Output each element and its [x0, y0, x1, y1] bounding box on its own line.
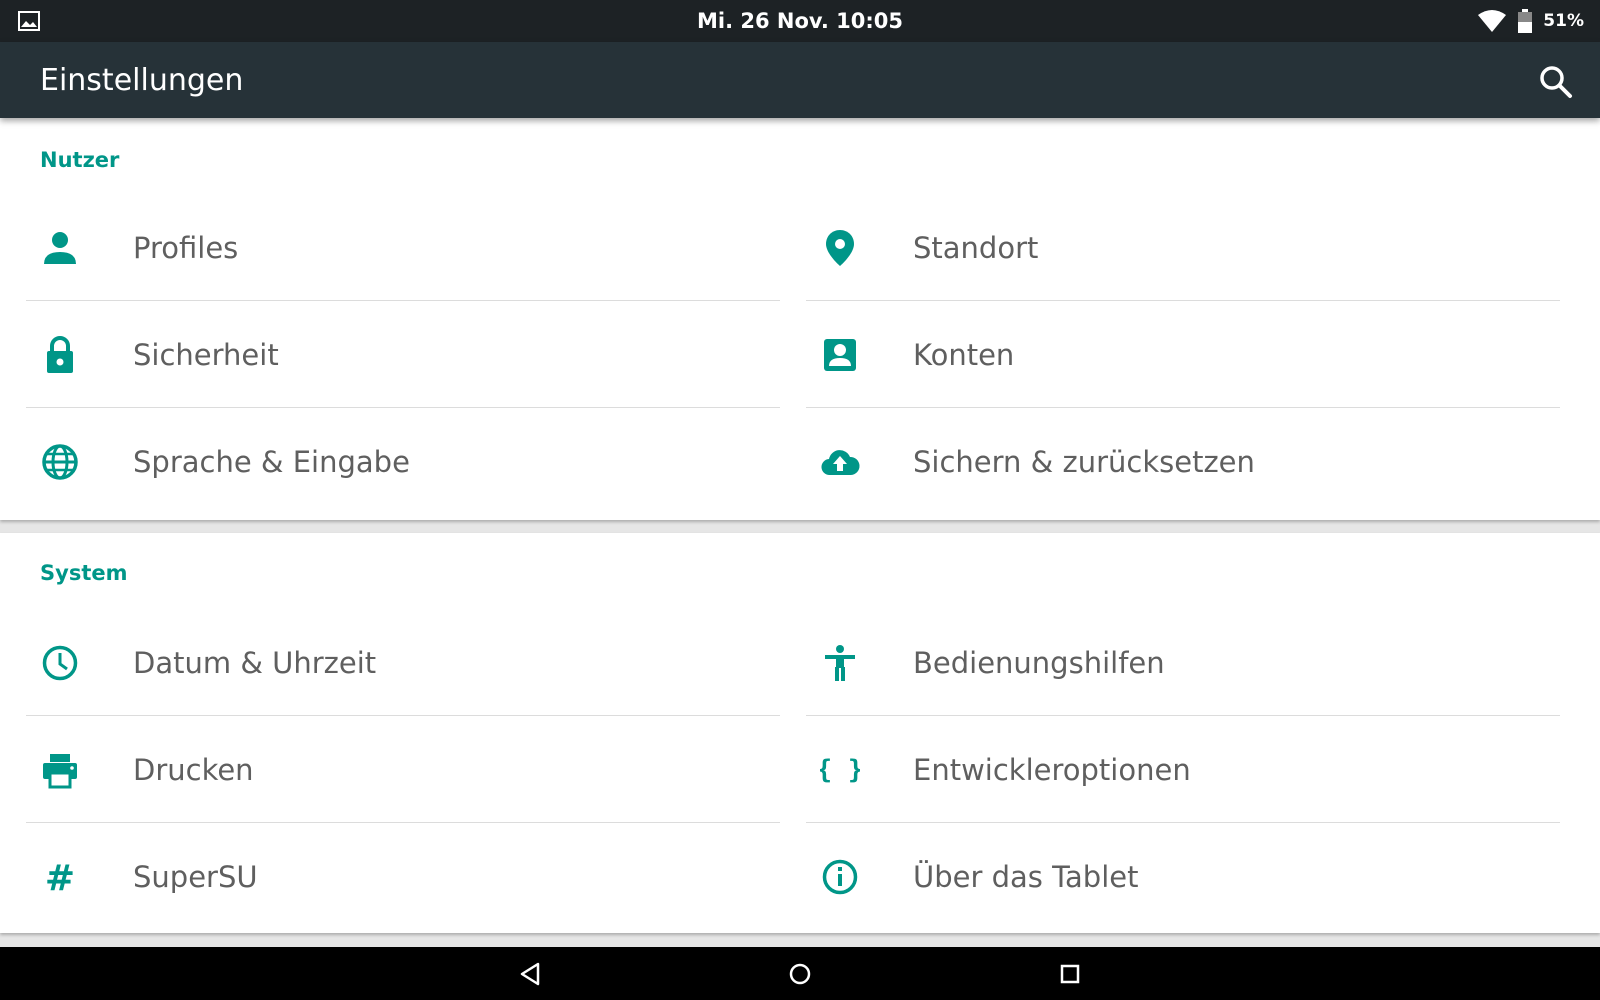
globe-icon [42, 444, 78, 480]
wifi-icon [1478, 10, 1507, 32]
setting-label: Profiles [133, 231, 239, 265]
cloud-upload-icon [821, 450, 860, 476]
battery-percent: 51% [1543, 11, 1584, 31]
back-icon[interactable] [512, 956, 548, 992]
setting-supersu[interactable]: # SuperSU [26, 824, 780, 930]
divider [806, 715, 1560, 716]
svg-text:{ }: { } [820, 755, 860, 785]
clock-icon [42, 645, 78, 681]
recents-icon[interactable] [1052, 956, 1088, 992]
setting-sicherheit[interactable]: Sicherheit [26, 302, 780, 408]
divider [806, 822, 1560, 823]
info-icon [822, 859, 858, 895]
status-datetime: Mi. 26 Nov. 10:05 [696, 9, 904, 33]
printer-icon [43, 754, 77, 789]
setting-standort[interactable]: Standort [806, 195, 1560, 301]
setting-label: Sichern & zurücksetzen [913, 445, 1255, 479]
search-icon[interactable] [1536, 62, 1576, 102]
section-title: System [40, 561, 128, 585]
navigation-bar [0, 947, 1600, 1000]
account-box-icon [824, 339, 856, 371]
section-nutzer: Nutzer Profiles Standort Sicherheit Kont… [0, 118, 1600, 520]
section-system: System Datum & Uhrzeit Bedienungshilfen … [0, 533, 1600, 933]
divider [806, 407, 1560, 408]
setting-label: Über das Tablet [913, 860, 1139, 894]
setting-drucken[interactable]: Drucken [26, 717, 780, 823]
setting-label: Drucken [133, 753, 254, 787]
divider [26, 715, 780, 716]
setting-label: Standort [913, 231, 1039, 265]
setting-entwickleroptionen[interactable]: { } Entwickleroptionen [806, 717, 1560, 823]
developer-braces-icon: { } [820, 755, 860, 785]
lock-icon [47, 336, 73, 373]
setting-sprache-eingabe[interactable]: Sprache & Eingabe [26, 409, 780, 515]
setting-label: Konten [913, 338, 1015, 372]
setting-label: Bedienungshilfen [913, 646, 1165, 680]
accessibility-icon [825, 645, 855, 681]
battery-icon [1518, 9, 1533, 33]
setting-label: Sicherheit [133, 338, 279, 372]
page-title: Einstellungen [40, 63, 244, 98]
svg-text:#: # [45, 858, 75, 897]
setting-bedienungshilfen[interactable]: Bedienungshilfen [806, 610, 1560, 716]
setting-ueber-das-tablet[interactable]: Über das Tablet [806, 824, 1560, 930]
setting-label: SuperSU [133, 860, 258, 894]
setting-datum-uhrzeit[interactable]: Datum & Uhrzeit [26, 610, 780, 716]
hash-icon: # [45, 858, 75, 897]
app-bar: Einstellungen [0, 42, 1600, 118]
setting-sichern-zuruecksetzen[interactable]: Sichern & zurücksetzen [806, 409, 1560, 515]
location-pin-icon [826, 230, 854, 266]
person-icon [44, 232, 76, 264]
divider [26, 300, 780, 301]
divider [26, 822, 780, 823]
divider [806, 300, 1560, 301]
setting-label: Sprache & Eingabe [133, 445, 410, 479]
setting-konten[interactable]: Konten [806, 302, 1560, 408]
divider [26, 407, 780, 408]
setting-label: Entwickleroptionen [913, 753, 1191, 787]
status-bar: Mi. 26 Nov. 10:05 51% [0, 0, 1600, 42]
home-icon[interactable] [782, 956, 818, 992]
section-title: Nutzer [40, 148, 120, 172]
setting-profiles[interactable]: Profiles [26, 195, 780, 301]
setting-label: Datum & Uhrzeit [133, 646, 377, 680]
